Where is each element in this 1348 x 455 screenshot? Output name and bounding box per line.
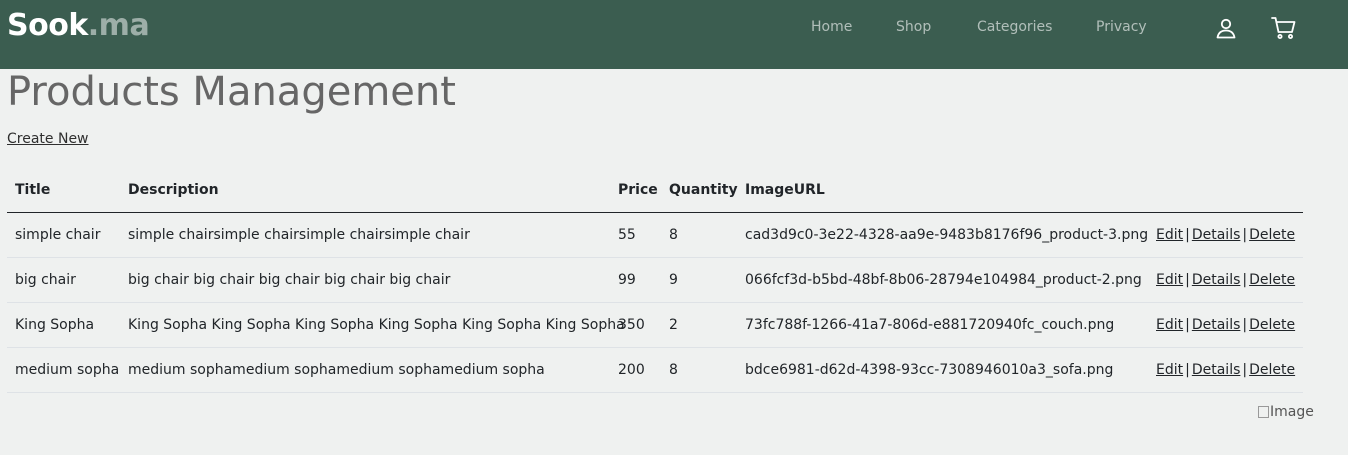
cell-quantity: 2 xyxy=(661,302,737,348)
cell-title: medium sopha xyxy=(7,347,120,393)
cell-description: King Sopha King Sopha King Sopha King So… xyxy=(120,302,625,348)
details-link[interactable]: Details xyxy=(1192,362,1241,378)
navbar: Sook.ma Home Shop Categories Privacy xyxy=(0,0,1348,69)
delete-link[interactable]: Delete xyxy=(1249,272,1295,288)
header-description: Description xyxy=(120,168,610,213)
header-actions xyxy=(1148,168,1303,213)
cell-description: simple chairsimple chairsimple chairsimp… xyxy=(120,212,610,258)
edit-link[interactable]: Edit xyxy=(1156,362,1183,378)
edit-link[interactable]: Edit xyxy=(1156,317,1183,333)
nav-home[interactable]: Home xyxy=(811,18,852,36)
cell-imageurl: bdce6981-d62d-4398-93cc-7308946010a3_sof… xyxy=(737,347,1148,393)
cell-actions: Edit | Details | Delete xyxy=(1148,212,1303,258)
page-title: Products Management xyxy=(7,69,456,115)
nav-privacy[interactable]: Privacy xyxy=(1096,18,1147,36)
cell-imageurl: cad3d9c0-3e22-4328-aa9e-9483b8176f96_pro… xyxy=(737,212,1148,258)
brand-suffix: .ma xyxy=(87,8,150,43)
cart-icon[interactable] xyxy=(1271,16,1296,40)
cell-description: big chair big chair big chair big chair … xyxy=(120,257,610,303)
header-quantity: Quantity xyxy=(661,168,738,213)
delete-link[interactable]: Delete xyxy=(1249,362,1295,378)
cell-price: 200 xyxy=(610,347,661,393)
details-link[interactable]: Details xyxy=(1192,227,1241,243)
table-header-row: Title Description Price Quantity ImageUR… xyxy=(7,168,1303,213)
separator: | xyxy=(1185,227,1190,243)
cell-title: big chair xyxy=(7,257,120,303)
header-title: Title xyxy=(7,168,120,213)
cell-imageurl: 066fcf3d-b5bd-48bf-8b06-28794e104984_pro… xyxy=(737,257,1148,303)
separator: | xyxy=(1185,272,1190,288)
products-table: Title Description Price Quantity ImageUR… xyxy=(7,168,1303,393)
delete-link[interactable]: Delete xyxy=(1249,317,1295,333)
separator: | xyxy=(1185,362,1190,378)
separator: | xyxy=(1185,317,1190,333)
cell-price: 55 xyxy=(610,212,661,258)
broken-image-alt: Image xyxy=(1270,404,1314,420)
cell-title: King Sopha xyxy=(7,302,120,348)
cell-price: 99 xyxy=(610,257,661,303)
edit-link[interactable]: Edit xyxy=(1156,227,1183,243)
edit-link[interactable]: Edit xyxy=(1156,272,1183,288)
cell-actions: Edit | Details | Delete xyxy=(1148,302,1303,348)
header-price: Price xyxy=(610,168,661,213)
broken-image-icon xyxy=(1258,406,1269,418)
cell-actions: Edit | Details | Delete xyxy=(1148,347,1303,393)
brand-logo[interactable]: Sook.ma xyxy=(7,8,150,44)
create-new-link[interactable]: Create New xyxy=(7,130,89,148)
table-row: King Sopha King Sopha King Sopha King So… xyxy=(7,302,1303,348)
details-link[interactable]: Details xyxy=(1192,272,1241,288)
cell-quantity: 8 xyxy=(661,212,737,258)
brand-main: Sook xyxy=(7,8,88,43)
cell-quantity: 8 xyxy=(661,347,737,393)
header-imageurl: ImageURL xyxy=(737,168,1148,213)
separator: | xyxy=(1242,272,1248,288)
cell-title: simple chair xyxy=(7,212,120,258)
nav-shop[interactable]: Shop xyxy=(896,18,931,36)
separator: | xyxy=(1242,227,1248,243)
user-icon[interactable] xyxy=(1214,16,1238,40)
broken-image: Image xyxy=(1258,403,1314,421)
cell-actions: Edit | Details | Delete xyxy=(1148,257,1303,303)
table-row: big chair big chair big chair big chair … xyxy=(7,257,1303,303)
delete-link[interactable]: Delete xyxy=(1249,227,1295,243)
separator: | xyxy=(1242,362,1248,378)
cell-price: 350 xyxy=(610,302,661,348)
details-link[interactable]: Details xyxy=(1192,317,1241,333)
cell-description: medium sophamedium sophamedium sophamedi… xyxy=(120,347,610,393)
cell-imageurl: 73fc788f-1266-41a7-806d-e881720940fc_cou… xyxy=(737,302,1148,348)
separator: | xyxy=(1242,317,1248,333)
table-row: medium sopha medium sophamedium sophamed… xyxy=(7,347,1303,393)
cell-quantity: 9 xyxy=(661,257,737,303)
nav-categories[interactable]: Categories xyxy=(977,18,1052,36)
table-row: simple chair simple chairsimple chairsim… xyxy=(7,212,1303,258)
